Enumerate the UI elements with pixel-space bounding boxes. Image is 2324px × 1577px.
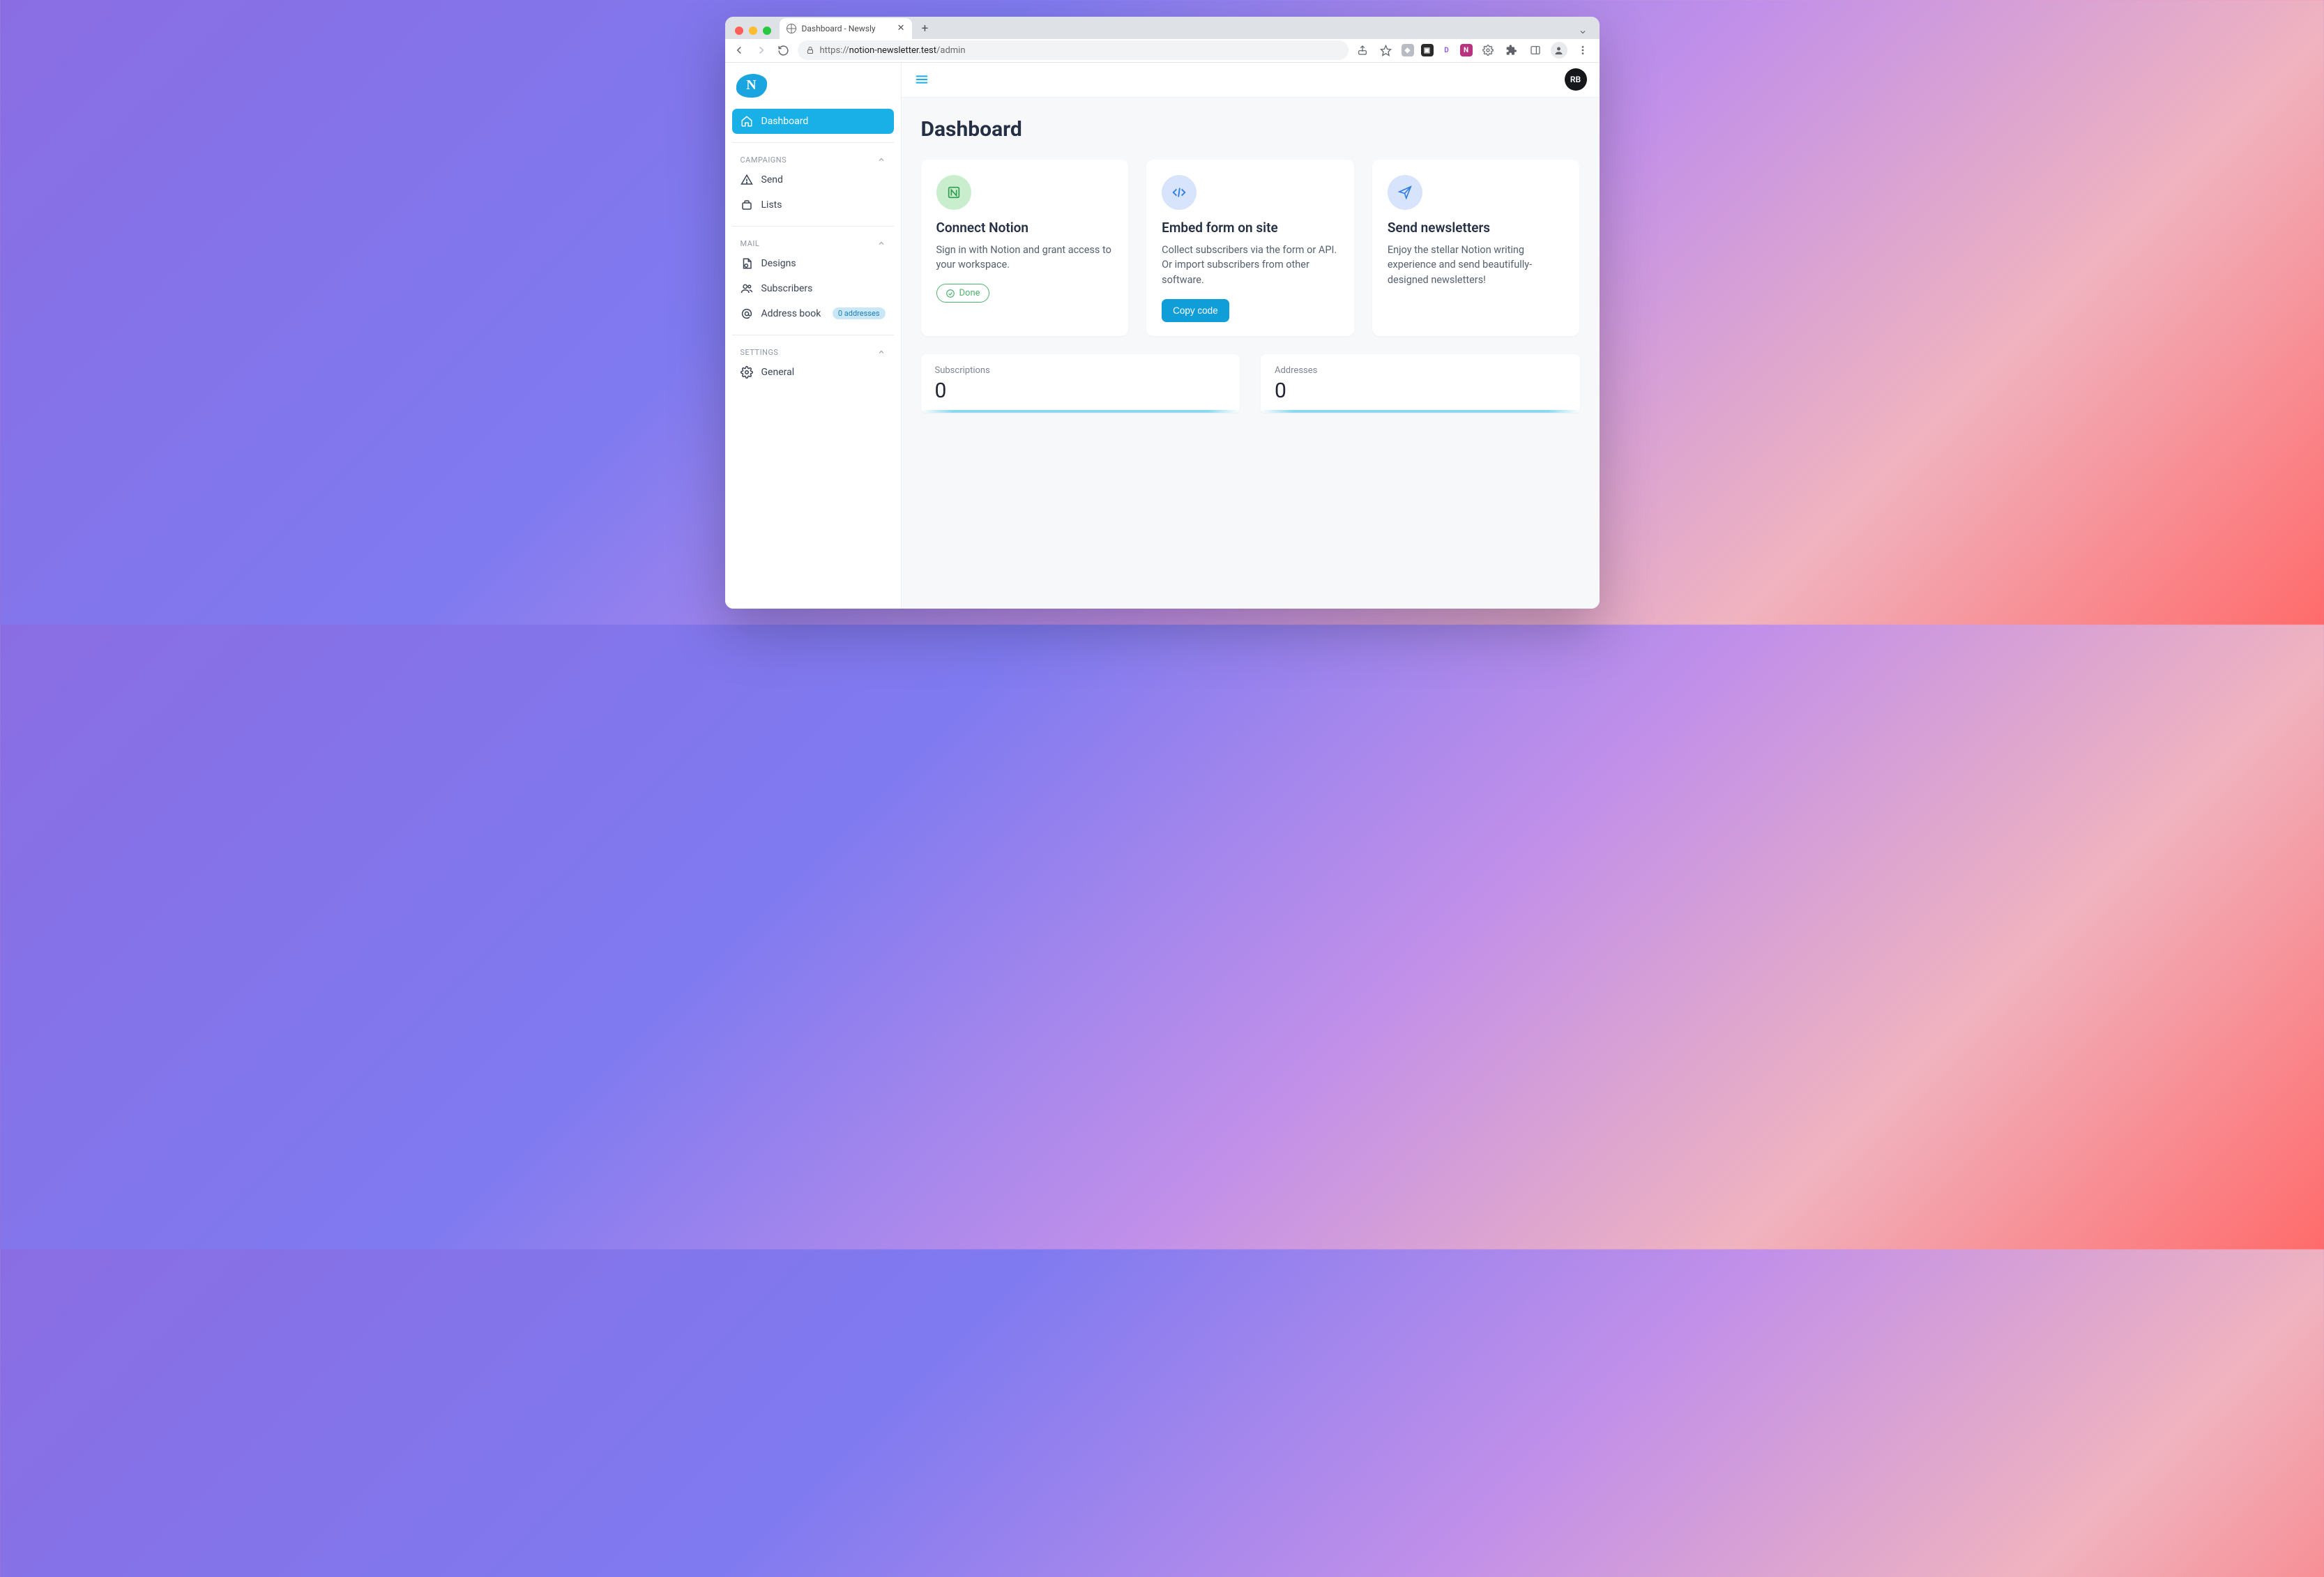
- lock-icon: [806, 46, 814, 54]
- toggle-sidebar-button[interactable]: [914, 72, 929, 87]
- sidebar-item-label: Lists: [761, 199, 782, 211]
- app-logo[interactable]: N: [736, 74, 767, 98]
- sidebar-item-designs[interactable]: Designs: [732, 251, 894, 276]
- app-root: N Dashboard CAMPAIGNS Send: [725, 63, 1600, 609]
- user-avatar[interactable]: RB: [1565, 68, 1587, 91]
- stat-label: Subscriptions: [935, 365, 1226, 376]
- section-title: SETTINGS: [741, 348, 779, 357]
- maximize-window-button[interactable]: [763, 26, 771, 35]
- extension-icon[interactable]: ◆: [1402, 44, 1414, 56]
- sidebar-item-address-book[interactable]: Address book 0 addresses: [732, 301, 894, 326]
- extension-settings-icon[interactable]: [1480, 42, 1496, 59]
- sidebar-section-mail[interactable]: MAIL: [732, 235, 894, 251]
- sidebar-section-settings[interactable]: SETTINGS: [732, 344, 894, 360]
- copy-code-button[interactable]: Copy code: [1162, 299, 1229, 322]
- minimize-window-button[interactable]: [749, 26, 757, 35]
- card-body: Sign in with Notion and grant access to …: [936, 243, 1114, 273]
- browser-menu-button[interactable]: [1574, 42, 1591, 59]
- sidebar-item-label: Dashboard: [761, 116, 809, 127]
- sidebar-item-subscribers[interactable]: Subscribers: [732, 276, 894, 301]
- share-button[interactable]: [1354, 42, 1371, 59]
- card-body: Collect subscribers via the form or API.…: [1162, 243, 1339, 288]
- globe-icon: [787, 24, 796, 33]
- top-bar: RB: [902, 63, 1600, 98]
- page-content: Dashboard Connect Notion Sign in with No…: [902, 98, 1600, 428]
- onboarding-cards: Connect Notion Sign in with Notion and g…: [921, 160, 1580, 336]
- card-connect-notion: Connect Notion Sign in with Notion and g…: [921, 160, 1129, 336]
- card-title: Connect Notion: [936, 220, 1114, 236]
- browser-toolbar: https://notion-newsletter.test/admin ◆ ▣…: [725, 39, 1600, 63]
- card-title: Embed form on site: [1162, 220, 1339, 236]
- window-controls: [731, 26, 775, 39]
- close-tab-button[interactable]: ✕: [897, 23, 905, 33]
- stat-value: 0: [935, 379, 1226, 403]
- at-icon: [741, 307, 753, 320]
- sidebar-section-campaigns[interactable]: CAMPAIGNS: [732, 151, 894, 167]
- page-title: Dashboard: [921, 117, 1580, 142]
- forward-button[interactable]: [753, 42, 770, 59]
- bookmark-button[interactable]: [1378, 42, 1395, 59]
- notion-icon: [936, 175, 971, 210]
- sidebar-item-label: Send: [761, 174, 783, 185]
- designs-icon: [741, 257, 753, 270]
- close-window-button[interactable]: [735, 26, 743, 35]
- browser-actions: ◆ ▣ D N: [1354, 42, 1594, 59]
- sidebar-item-lists[interactable]: Lists: [732, 192, 894, 218]
- subscribers-icon: [741, 282, 753, 295]
- divider: [732, 226, 894, 227]
- card-embed-form: Embed form on site Collect subscribers v…: [1146, 160, 1354, 336]
- code-icon: [1162, 175, 1197, 210]
- stat-label: Addresses: [1275, 365, 1566, 376]
- tab-title: Dashboard - Newsly: [802, 24, 876, 33]
- stat-subscriptions[interactable]: Subscriptions 0: [921, 354, 1240, 413]
- stat-value: 0: [1275, 379, 1566, 403]
- extension-icon[interactable]: ▣: [1421, 44, 1434, 56]
- card-body: Enjoy the stellar Notion writing experie…: [1388, 243, 1565, 288]
- chevron-up-icon: [877, 348, 886, 356]
- home-icon: [741, 115, 753, 128]
- sidebar-item-send[interactable]: Send: [732, 167, 894, 192]
- sidebar-item-label: General: [761, 367, 795, 378]
- card-title: Send newsletters: [1388, 220, 1565, 236]
- extension-icon[interactable]: D: [1441, 44, 1453, 56]
- address-bar[interactable]: https://notion-newsletter.test/admin: [798, 40, 1349, 60]
- status-done-pill: Done: [936, 284, 989, 303]
- extensions-button[interactable]: [1503, 42, 1520, 59]
- divider: [732, 142, 894, 143]
- browser-chrome: Dashboard - Newsly ✕ + https://notion-ne…: [725, 17, 1600, 63]
- sidebar-item-dashboard[interactable]: Dashboard: [732, 109, 894, 134]
- tabs-overflow-button[interactable]: [1579, 28, 1594, 39]
- new-tab-button[interactable]: +: [916, 20, 934, 38]
- section-title: MAIL: [741, 239, 760, 248]
- sidebar-item-label: Designs: [761, 258, 796, 269]
- send-icon: [741, 174, 753, 186]
- chevron-up-icon: [877, 239, 886, 247]
- chevron-up-icon: [877, 155, 886, 164]
- sidebar-item-general[interactable]: General: [732, 360, 894, 385]
- address-count-badge: 0 addresses: [833, 307, 886, 319]
- stat-addresses[interactable]: Addresses 0: [1261, 354, 1580, 413]
- card-send-newsletters: Send newsletters Enjoy the stellar Notio…: [1372, 160, 1580, 336]
- side-panel-button[interactable]: [1527, 42, 1544, 59]
- paper-plane-icon: [1388, 175, 1422, 210]
- status-label: Done: [959, 288, 980, 298]
- main-area: RB Dashboard Connect Notion Sign in with…: [902, 63, 1600, 609]
- sidebar-item-label: Address book: [761, 308, 821, 319]
- back-button[interactable]: [731, 42, 747, 59]
- lists-icon: [741, 199, 753, 211]
- sidebar-item-label: Subscribers: [761, 283, 813, 294]
- reload-button[interactable]: [775, 42, 792, 59]
- browser-window: Dashboard - Newsly ✕ + https://notion-ne…: [725, 17, 1600, 609]
- stats-row: Subscriptions 0 Addresses 0: [921, 354, 1580, 413]
- gear-icon: [741, 366, 753, 379]
- extension-icon[interactable]: N: [1460, 44, 1473, 56]
- url-text: https://notion-newsletter.test/admin: [820, 45, 966, 56]
- browser-tab[interactable]: Dashboard - Newsly ✕: [780, 18, 912, 39]
- section-title: CAMPAIGNS: [741, 155, 787, 165]
- tab-bar: Dashboard - Newsly ✕ +: [725, 17, 1600, 39]
- profile-button[interactable]: [1551, 42, 1567, 59]
- check-circle-icon: [945, 289, 955, 298]
- sidebar: N Dashboard CAMPAIGNS Send: [725, 63, 902, 609]
